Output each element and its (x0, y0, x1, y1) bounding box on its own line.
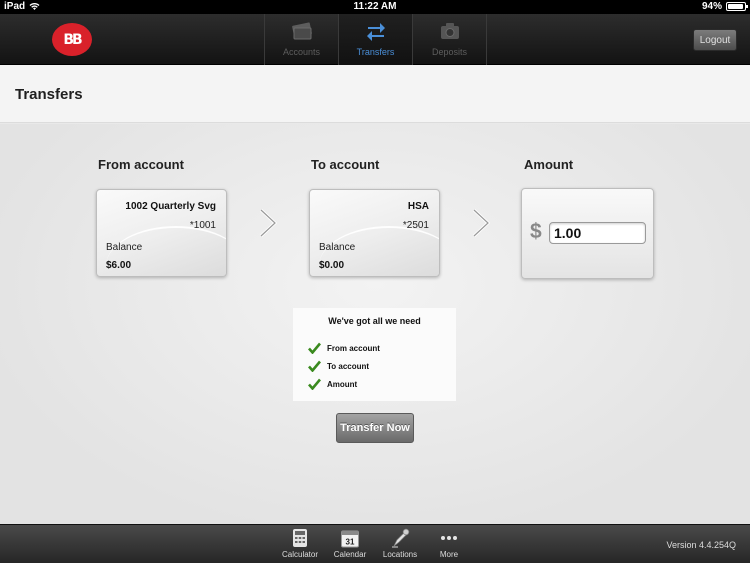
to-account-card[interactable]: HSA *2501 Balance $0.00 (309, 189, 440, 277)
calendar-day: 31 (346, 538, 355, 547)
more-button[interactable]: More (429, 528, 469, 559)
from-account-number: *1001 (189, 220, 216, 231)
checklist-heading: We've got all we need (328, 316, 421, 326)
checklist-item: From account (308, 342, 380, 354)
locations-button[interactable]: Locations (380, 528, 420, 559)
status-bar: iPad 11:22 AM 94% (0, 0, 750, 14)
calendar-icon: 31 (341, 530, 359, 548)
calculator-icon (293, 529, 307, 547)
tab-deposits[interactable]: Deposits (413, 14, 487, 65)
chevron-right-icon (259, 208, 278, 238)
calculator-label: Calculator (281, 550, 318, 559)
from-balance-value: $6.00 (106, 260, 132, 271)
camera-icon (440, 23, 459, 39)
checkmark-icon (308, 378, 321, 390)
tab-transfers-label: Transfers (356, 47, 395, 57)
to-balance-value: $0.00 (319, 260, 345, 271)
currency-symbol: $ (530, 220, 542, 243)
more-label: More (439, 550, 459, 559)
checklist-item-label: To account (327, 361, 370, 371)
transfer-arrows-icon (366, 23, 385, 41)
amount-card: $ (521, 188, 654, 279)
nav-tabs: Accounts Transfers Deposits (264, 14, 487, 65)
tab-deposits-label: Deposits (431, 47, 467, 57)
battery-percent: 94% (701, 1, 722, 12)
app-version: Version 4.4.254Q (666, 540, 736, 550)
validation-checklist: We've got all we need From account To ac… (293, 308, 456, 401)
checkmark-icon (308, 360, 321, 372)
checklist-item: To account (308, 360, 369, 372)
amount-heading: Amount (524, 157, 574, 172)
battery-icon (726, 2, 748, 11)
amount-input[interactable] (549, 222, 646, 244)
from-account-card[interactable]: 1002 Quarterly Svg *1001 Balance $6.00 (96, 189, 227, 277)
calendar-button[interactable]: 31 Calendar (330, 528, 370, 559)
from-balance-label: Balance (106, 242, 143, 253)
to-account-heading: To account (311, 157, 380, 172)
to-balance-label: Balance (319, 242, 356, 253)
checklist-item-label: From account (327, 343, 380, 353)
page-title: Transfers (15, 86, 83, 103)
checkmark-icon (308, 342, 321, 354)
top-navigation: BB Accounts Transfers Deposits Logout (0, 14, 750, 65)
wallet-icon (291, 22, 312, 40)
from-account-heading: From account (98, 157, 184, 172)
bottom-toolbar: Calculator 31 Calendar Locations More Ve… (0, 524, 750, 563)
tab-accounts[interactable]: Accounts (265, 14, 339, 65)
page-header: Transfers (0, 65, 750, 123)
locations-label: Locations (382, 550, 418, 559)
from-account-name: 1002 Quarterly Svg (125, 201, 216, 212)
tab-accounts-label: Accounts (282, 47, 321, 57)
checklist-item: Amount (308, 378, 357, 390)
more-dots-icon (441, 536, 457, 540)
to-account-number: *2501 (402, 220, 429, 231)
checklist-item-label: Amount (327, 379, 358, 389)
chevron-right-icon (472, 208, 491, 238)
calculator-button[interactable]: Calculator (280, 528, 320, 559)
logout-button[interactable]: Logout (693, 29, 737, 51)
transfer-form: From account To account Amount 1002 Quar… (0, 124, 750, 524)
bank-logo: BB (52, 23, 92, 56)
transfer-now-button[interactable]: Transfer Now (336, 413, 414, 443)
tab-transfers[interactable]: Transfers (339, 14, 413, 65)
to-account-name: HSA (407, 201, 429, 212)
status-time: 11:22 AM (353, 1, 397, 12)
map-pin-icon (392, 528, 410, 548)
calendar-label: Calendar (333, 550, 367, 559)
